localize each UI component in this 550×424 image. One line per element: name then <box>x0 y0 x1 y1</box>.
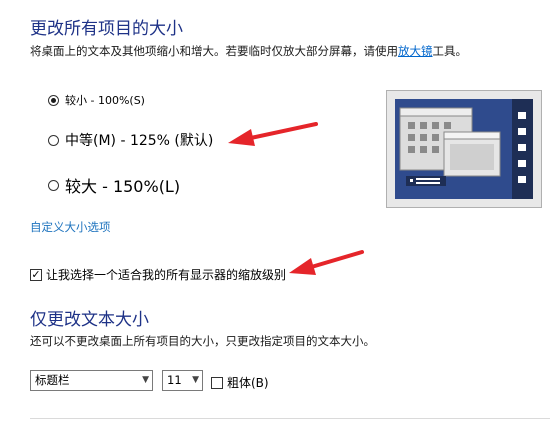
radio-button-medium[interactable] <box>48 134 59 146</box>
chevron-down-icon: ▼ <box>142 375 149 385</box>
radio-button-large[interactable] <box>48 179 59 191</box>
magnifier-link[interactable]: 放大镜 <box>398 44 433 58</box>
radio-option-medium[interactable]: 中等(M) - 125% (默认) <box>48 130 213 150</box>
radio-option-small[interactable]: 较小 - 100%(S) <box>48 92 145 108</box>
font-size-select-value: 11 <box>167 373 182 387</box>
description-text-part1: 将桌面上的文本及其他项缩小和增大。若要临时仅放大部分屏幕，请使用 <box>30 44 398 58</box>
font-size-select[interactable]: 11 ▼ <box>162 370 203 391</box>
bold-checkbox[interactable] <box>211 376 223 389</box>
arrow-to-scaling-checkbox <box>289 250 364 275</box>
bold-label: 粗体(B) <box>227 376 269 390</box>
radio-button-small[interactable] <box>48 94 59 106</box>
scaling-level-checkbox[interactable]: ✓ <box>30 268 42 281</box>
radio-label-small: 较小 - 100%(S) <box>65 94 145 107</box>
text-item-select[interactable]: 标题栏 ▼ <box>30 370 153 391</box>
arrow-to-medium-option <box>228 122 318 146</box>
size-section-heading: 更改所有项目的大小 <box>30 19 183 39</box>
bottom-divider <box>30 418 550 419</box>
text-section-description: 还可以不更改桌面上所有项目的大小，只更改指定项目的文本大小。 <box>30 334 375 348</box>
scaling-preview-image <box>386 90 542 208</box>
radio-option-large[interactable]: 较大 - 150%(L) <box>48 173 180 197</box>
text-section-heading: 仅更改文本大小 <box>30 310 149 330</box>
custom-size-options-link[interactable]: 自定义大小选项 <box>30 219 111 235</box>
scaling-level-label: 让我选择一个适合我的所有显示器的缩放级别 <box>46 268 287 282</box>
text-item-select-value: 标题栏 <box>35 373 70 387</box>
radio-label-medium: 中等(M) - 125% (默认) <box>65 133 214 149</box>
description-text-part2: 工具。 <box>432 44 468 58</box>
bold-checkbox-row[interactable]: 粗体(B) <box>211 374 269 391</box>
scaling-level-checkbox-row[interactable]: ✓ 让我选择一个适合我的所有显示器的缩放级别 <box>30 266 286 283</box>
size-section-description: 将桌面上的文本及其他项缩小和增大。若要临时仅放大部分屏幕，请使用放大镜工具。 <box>30 43 467 59</box>
radio-label-large: 较大 - 150%(L) <box>65 177 181 196</box>
chevron-down-icon: ▼ <box>192 375 199 385</box>
annotation-arrows <box>228 122 364 275</box>
